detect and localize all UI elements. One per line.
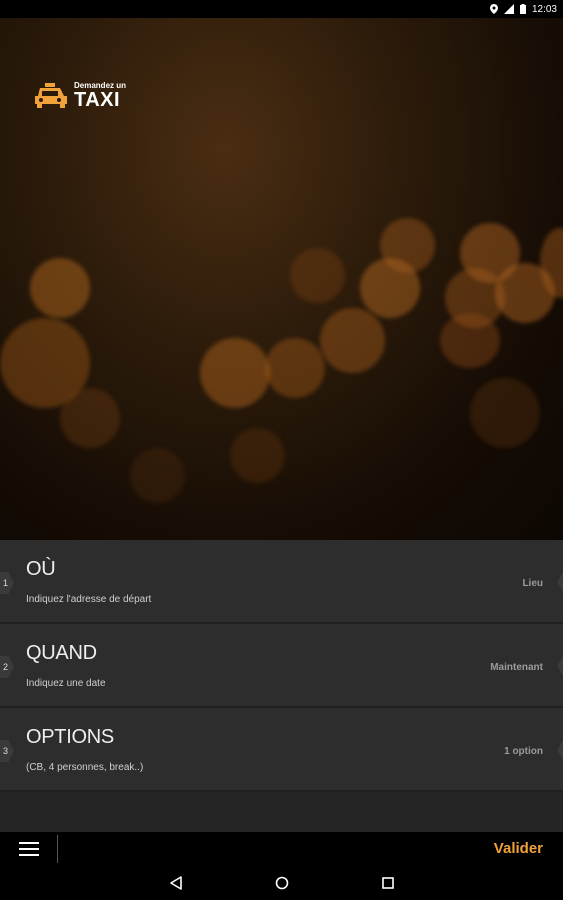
bokeh-light — [440, 313, 500, 368]
home-icon[interactable] — [275, 876, 289, 890]
status-bar: 12:03 — [0, 0, 563, 18]
bokeh-light — [60, 388, 120, 448]
bokeh-light — [265, 338, 325, 398]
taxi-icon — [35, 83, 67, 108]
chevron-left-icon — [557, 572, 563, 592]
step-value: Lieu — [522, 578, 543, 589]
step-subtitle: (CB, 4 personnes, break..) — [26, 762, 144, 773]
booking-steps-list: 1 OÙ Indiquez l'adresse de départ Lieu 2… — [0, 540, 563, 832]
app-logo: Demandez un TAXI — [32, 82, 126, 110]
logo-title: TAXI — [74, 89, 121, 111]
bokeh-light — [230, 428, 285, 483]
step-when[interactable]: 2 QUAND Indiquez une date Maintenant — [0, 624, 563, 708]
step-options[interactable]: 3 OPTIONS (CB, 4 personnes, break..) 1 o… — [0, 708, 563, 792]
bottom-action-bar: Valider — [0, 832, 563, 866]
step-number: 2 — [0, 656, 14, 678]
bokeh-light — [290, 248, 345, 303]
signal-icon — [503, 4, 514, 14]
hamburger-menu-icon — [18, 842, 39, 856]
step-title: QUAND — [26, 642, 97, 664]
bokeh-light — [30, 258, 90, 318]
location-icon — [489, 4, 498, 14]
step-value: Maintenant — [490, 662, 543, 673]
status-time: 12:03 — [531, 3, 557, 15]
step-title: OPTIONS — [26, 726, 114, 748]
step-number: 3 — [0, 740, 14, 762]
chevron-left-icon — [557, 656, 563, 676]
bokeh-light — [320, 308, 385, 373]
bokeh-light — [470, 378, 540, 448]
back-icon[interactable] — [169, 876, 183, 890]
recents-icon[interactable] — [381, 876, 395, 890]
step-title: OÙ — [26, 558, 56, 580]
step-value: 1 option — [504, 746, 543, 757]
battery-icon — [519, 4, 526, 14]
validate-button[interactable]: Valider — [494, 840, 543, 857]
bokeh-light — [130, 448, 185, 503]
step-where[interactable]: 1 OÙ Indiquez l'adresse de départ Lieu — [0, 540, 563, 624]
menu-button[interactable] — [0, 835, 58, 863]
step-number: 1 — [0, 572, 14, 594]
chevron-left-icon — [557, 740, 563, 760]
step-subtitle: Indiquez l'adresse de départ — [26, 594, 152, 605]
hero-background: Demandez un TAXI — [0, 18, 563, 540]
step-subtitle: Indiquez une date — [26, 678, 106, 689]
bokeh-light — [380, 218, 435, 273]
system-nav-bar — [0, 866, 563, 900]
bokeh-light — [200, 338, 270, 408]
